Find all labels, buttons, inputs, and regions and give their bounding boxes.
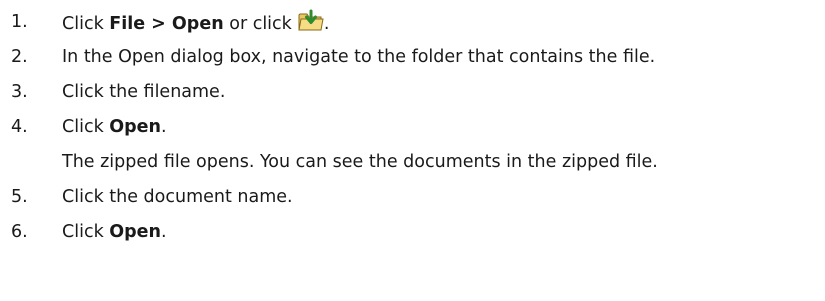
button-name: Open (109, 222, 161, 242)
step-text: Click Open. (62, 219, 167, 245)
step-text-pre: Click (62, 222, 110, 242)
step-text-post: . (323, 14, 330, 34)
step-text: Click the document name. (62, 187, 293, 207)
step-text-post: . (161, 117, 167, 137)
step-text: Click File > Open or click. (62, 9, 329, 37)
step-text: Click the filename. (62, 82, 226, 102)
step-text: Click Open. (62, 114, 167, 140)
step-number: 1. (11, 12, 28, 32)
step-text: In the Open dialog box, navigate to the … (62, 47, 656, 67)
step-text-mid: or click (223, 14, 292, 34)
button-name: Open (109, 117, 161, 137)
step-text-pre: Click (62, 14, 110, 34)
step-number: 2. (11, 47, 28, 67)
step-number: 4. (11, 117, 28, 137)
open-folder-icon (298, 9, 324, 32)
step-note: The zipped file opens. You can see the d… (62, 152, 658, 172)
instruction-steps: 1. Click File > Open or click. 2. In the… (0, 0, 825, 301)
step-text-post: . (161, 222, 167, 242)
step-text-pre: Click (62, 117, 110, 137)
step-number: 5. (11, 187, 28, 207)
step-number: 3. (11, 82, 28, 102)
step-number: 6. (11, 222, 28, 242)
menu-path: File > Open (109, 14, 224, 34)
